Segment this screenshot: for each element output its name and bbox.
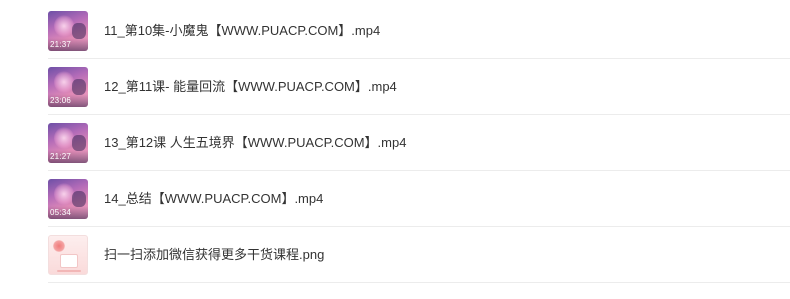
video-duration: 05:34	[50, 208, 72, 217]
file-row[interactable]: 扫一扫添加微信获得更多干货课程.png	[0, 227, 790, 283]
video-duration: 21:27	[50, 152, 72, 161]
file-name[interactable]: 13_第12课 人生五境界【WWW.PUACP.COM】.mp4	[104, 115, 406, 171]
video-thumbnail-icon[interactable]: 05:34	[48, 179, 88, 219]
file-row[interactable]: 05:34 14_总结【WWW.PUACP.COM】.mp4	[0, 171, 790, 227]
video-thumbnail-icon[interactable]: 21:27	[48, 123, 88, 163]
video-thumbnail-icon[interactable]: 23:06	[48, 67, 88, 107]
file-row[interactable]: 21:27 13_第12课 人生五境界【WWW.PUACP.COM】.mp4	[0, 115, 790, 171]
row-divider	[48, 282, 790, 283]
file-name[interactable]: 扫一扫添加微信获得更多干货课程.png	[104, 227, 324, 283]
file-name[interactable]: 11_第10集-小魔鬼【WWW.PUACP.COM】.mp4	[104, 3, 380, 59]
file-row[interactable]: 23:06 12_第11课- 能量回流【WWW.PUACP.COM】.mp4	[0, 59, 790, 115]
file-row[interactable]: 21:37 11_第10集-小魔鬼【WWW.PUACP.COM】.mp4	[0, 3, 790, 59]
file-name[interactable]: 14_总结【WWW.PUACP.COM】.mp4	[104, 171, 323, 227]
video-duration: 23:06	[50, 96, 72, 105]
image-thumbnail-icon[interactable]	[48, 235, 88, 275]
video-thumbnail-icon[interactable]: 21:37	[48, 11, 88, 51]
file-list: 21:37 11_第10集-小魔鬼【WWW.PUACP.COM】.mp4 23:…	[0, 0, 790, 299]
video-duration: 21:37	[50, 40, 72, 49]
file-name[interactable]: 12_第11课- 能量回流【WWW.PUACP.COM】.mp4	[104, 59, 397, 115]
